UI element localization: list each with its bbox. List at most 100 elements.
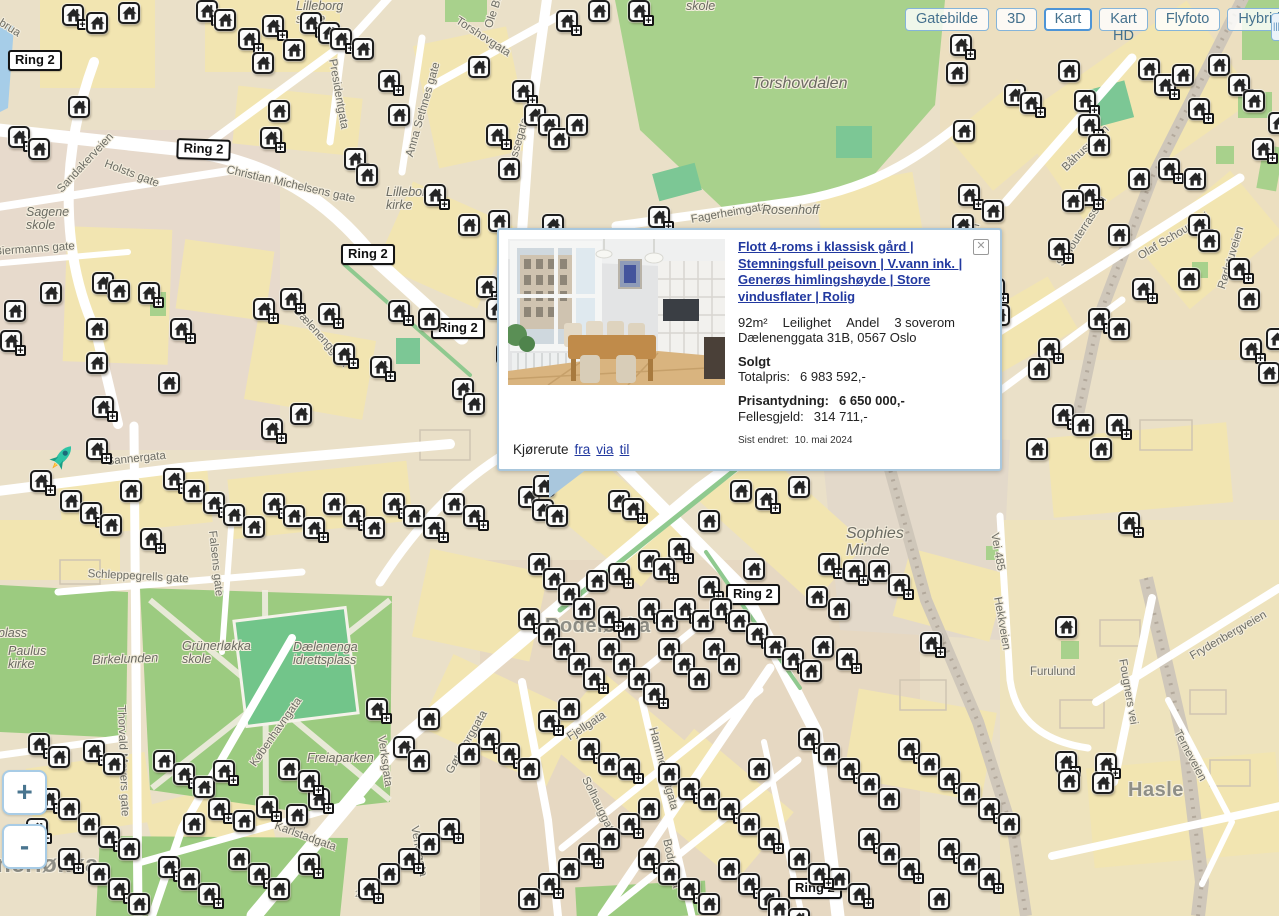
house-marker[interactable] [378, 863, 400, 885]
house-marker[interactable] [290, 403, 312, 425]
house-marker[interactable] [518, 888, 540, 910]
house-marker[interactable]: + [253, 298, 275, 320]
house-marker[interactable] [268, 878, 290, 900]
house-marker[interactable]: + [28, 733, 50, 755]
house-marker[interactable]: + [238, 28, 260, 50]
house-marker[interactable]: + [858, 828, 880, 850]
house-marker[interactable] [1172, 64, 1194, 86]
house-marker[interactable] [918, 753, 940, 775]
house-marker[interactable] [818, 743, 840, 765]
house-marker[interactable] [193, 776, 215, 798]
house-marker[interactable] [1088, 134, 1110, 156]
house-marker[interactable] [443, 493, 465, 515]
house-marker[interactable]: + [578, 738, 600, 760]
house-marker[interactable]: + [978, 798, 1000, 820]
house-marker[interactable] [698, 788, 720, 810]
house-marker[interactable]: + [398, 848, 420, 870]
house-marker[interactable] [120, 480, 142, 502]
house-marker[interactable] [698, 893, 720, 915]
house-marker[interactable] [768, 898, 790, 916]
house-marker[interactable]: + [330, 28, 352, 50]
house-marker[interactable]: + [280, 288, 302, 310]
house-marker[interactable] [1208, 54, 1230, 76]
house-marker[interactable]: + [1118, 512, 1140, 534]
house-marker[interactable] [566, 114, 588, 136]
house-marker[interactable]: + [628, 0, 650, 22]
house-marker[interactable]: + [950, 34, 972, 56]
house-marker[interactable]: + [80, 502, 102, 524]
house-marker[interactable]: + [608, 563, 630, 585]
house-marker[interactable]: + [213, 760, 235, 782]
house-marker[interactable] [214, 9, 236, 31]
house-marker[interactable]: + [303, 517, 325, 539]
house-marker[interactable]: + [718, 798, 740, 820]
map-type-button-gatebilde[interactable]: Gatebilde [905, 8, 989, 31]
house-marker[interactable] [88, 863, 110, 885]
house-marker[interactable] [958, 853, 980, 875]
house-marker[interactable]: + [58, 848, 80, 870]
house-marker[interactable] [418, 308, 440, 330]
house-marker[interactable] [363, 517, 385, 539]
house-marker[interactable]: + [538, 710, 560, 732]
house-marker[interactable] [118, 2, 140, 24]
house-marker[interactable]: + [678, 778, 700, 800]
house-marker[interactable] [928, 888, 950, 910]
house-marker[interactable]: + [898, 858, 920, 880]
house-marker[interactable]: + [370, 356, 392, 378]
house-marker[interactable] [1198, 230, 1220, 252]
house-marker[interactable]: + [843, 560, 865, 582]
route-from-link[interactable]: fra [575, 442, 591, 457]
house-marker[interactable] [468, 56, 490, 78]
house-marker[interactable]: + [583, 668, 605, 690]
house-marker[interactable]: + [1078, 114, 1100, 136]
house-marker[interactable]: + [618, 813, 640, 835]
house-marker[interactable] [458, 743, 480, 765]
house-marker[interactable] [788, 848, 810, 870]
house-marker[interactable] [958, 783, 980, 805]
house-marker[interactable] [1026, 438, 1048, 460]
house-marker[interactable] [598, 828, 620, 850]
house-marker[interactable]: + [256, 796, 278, 818]
house-marker[interactable]: + [938, 838, 960, 860]
house-marker[interactable] [86, 12, 108, 34]
house-marker[interactable]: + [838, 758, 860, 780]
house-marker[interactable]: + [1052, 404, 1074, 426]
house-marker[interactable]: + [486, 124, 508, 146]
house-marker[interactable] [498, 158, 520, 180]
house-marker[interactable]: + [208, 798, 230, 820]
rocket-icon[interactable] [46, 441, 78, 473]
house-marker[interactable] [233, 810, 255, 832]
house-marker[interactable]: + [438, 818, 460, 840]
house-marker[interactable]: + [518, 608, 540, 630]
house-marker[interactable] [598, 753, 620, 775]
house-marker[interactable] [1058, 60, 1080, 82]
house-marker[interactable] [878, 843, 900, 865]
house-marker[interactable] [748, 758, 770, 780]
house-marker[interactable]: + [476, 276, 498, 298]
house-marker[interactable] [108, 280, 130, 302]
house-marker[interactable]: + [173, 763, 195, 785]
house-marker[interactable] [403, 505, 425, 527]
house-marker[interactable]: + [261, 418, 283, 440]
house-marker[interactable] [718, 653, 740, 675]
house-marker[interactable] [558, 858, 580, 880]
house-marker[interactable] [323, 493, 345, 515]
house-marker[interactable]: + [1020, 92, 1042, 114]
house-marker[interactable] [68, 96, 90, 118]
house-marker[interactable]: + [198, 883, 220, 905]
house-marker[interactable]: + [698, 576, 720, 598]
house-marker[interactable]: + [298, 770, 320, 792]
house-marker[interactable] [1028, 358, 1050, 380]
map-type-button-3d[interactable]: 3D [996, 8, 1037, 31]
house-marker[interactable] [658, 763, 680, 785]
house-marker[interactable]: + [798, 728, 820, 750]
house-marker[interactable] [1108, 224, 1130, 246]
house-marker[interactable]: + [938, 768, 960, 790]
layers-control-partial[interactable]: ||| [1271, 13, 1279, 41]
house-marker[interactable] [982, 200, 1004, 222]
house-marker[interactable] [1092, 772, 1114, 794]
house-marker[interactable] [688, 668, 710, 690]
house-marker[interactable]: + [738, 873, 760, 895]
house-marker[interactable]: + [1038, 338, 1060, 360]
house-marker[interactable]: + [668, 538, 690, 560]
